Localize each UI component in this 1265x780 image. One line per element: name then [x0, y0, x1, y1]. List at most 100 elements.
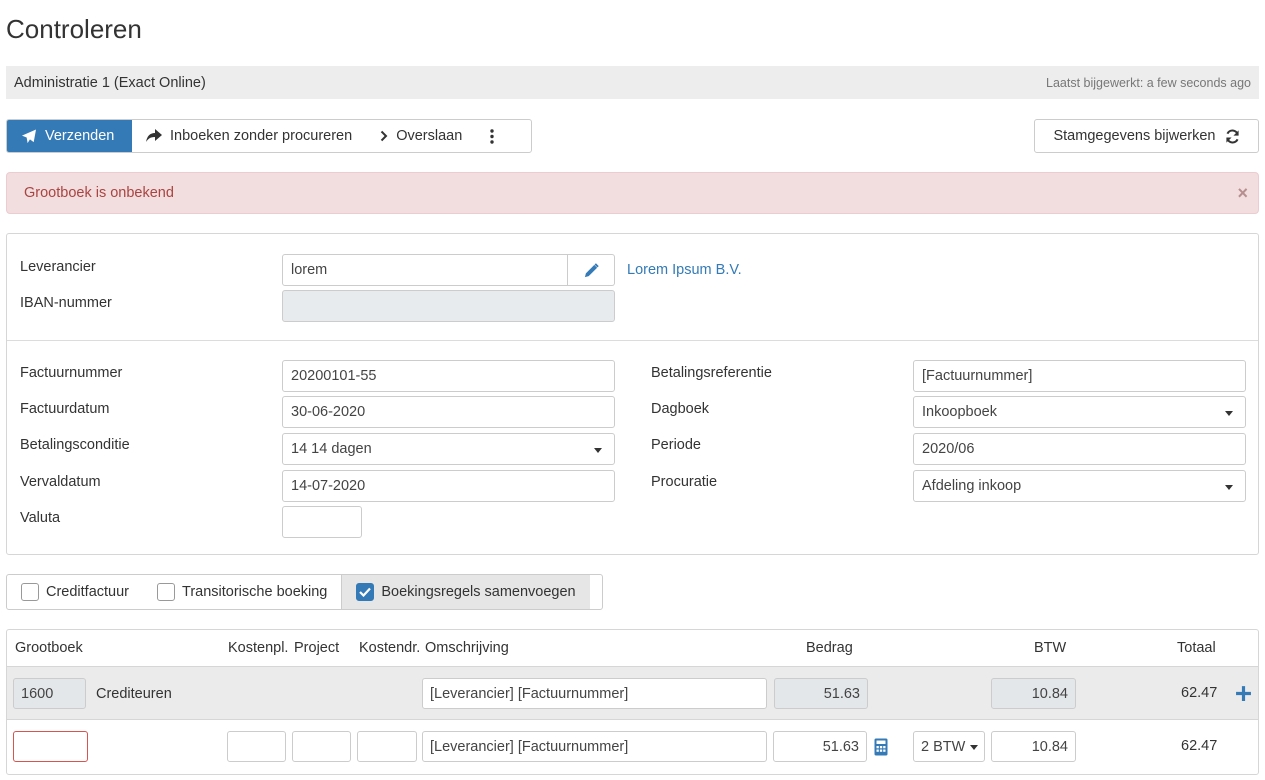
procuration-value: Afdeling inkoop [922, 478, 1022, 494]
vat-code-value: 2 BTW [921, 738, 966, 755]
checkbox-box[interactable] [21, 583, 39, 601]
due-date-label: Vervaldatum [20, 474, 101, 490]
payment-reference-input[interactable]: [Factuurnummer] [913, 360, 1246, 392]
header-amount: Bedrag [806, 640, 853, 656]
description-input[interactable]: [Leverancier] [Factuurnummer] [422, 731, 767, 762]
due-date-value: 14-07-2020 [291, 478, 366, 494]
period-input[interactable]: 2020/06 [913, 433, 1246, 465]
payment-reference-label: Betalingsreferentie [651, 365, 772, 381]
panel-divider [7, 340, 1258, 341]
checkmark-icon [359, 587, 372, 597]
merge-booking-lines-label: Boekingsregels samenvoegen [381, 584, 576, 600]
vat-amount-value: 10.84 [1031, 738, 1068, 755]
skip-button[interactable]: Overslaan [366, 120, 477, 152]
iban-label: IBAN-nummer [20, 295, 112, 311]
description-input[interactable]: [Leverancier] [Factuurnummer] [422, 678, 767, 709]
project-input[interactable] [292, 731, 351, 762]
procuration-select[interactable]: Afdeling inkoop [913, 470, 1246, 502]
update-master-data-button[interactable]: Stamgegevens bijwerken [1034, 119, 1259, 153]
booking-options: Creditfactuur Transitorische boeking Boe… [6, 574, 603, 610]
iban-input [282, 290, 615, 322]
header-description: Omschrijving [425, 640, 509, 656]
plus-icon[interactable] [1235, 685, 1252, 702]
invoice-number-value: 20200101-55 [291, 368, 377, 384]
send-button[interactable]: Verzenden [7, 120, 132, 152]
ledger-code-input[interactable] [13, 731, 88, 762]
header-cost-center: Kostenpl. [228, 640, 289, 656]
transitory-booking-checkbox[interactable]: Transitorische boeking [143, 575, 341, 609]
vat-code-select[interactable]: 2 BTW [913, 731, 985, 762]
chevron-right-icon [380, 130, 388, 142]
vertical-ellipsis-icon [490, 128, 494, 144]
transitory-booking-label: Transitorische boeking [182, 584, 328, 600]
ledger-code-input: 1600 [13, 678, 86, 709]
skip-button-label: Overslaan [396, 128, 463, 144]
header-vat: BTW [1034, 640, 1067, 656]
error-alert: Grootboek is onbekend × [6, 172, 1259, 214]
paper-plane-icon [21, 128, 37, 143]
credit-invoice-label: Creditfactuur [46, 584, 130, 600]
amount-value: 51.63 [822, 738, 859, 755]
table-row: [Leverancier] [Factuurnummer] 51.63 2 BT… [7, 721, 1258, 774]
amount-input[interactable]: 51.63 [773, 731, 867, 762]
invoice-date-input[interactable]: 30-06-2020 [282, 396, 615, 428]
header-ledger: Grootboek [15, 640, 83, 656]
caret-down-icon [1225, 411, 1233, 416]
header-project: Project [294, 640, 340, 656]
administration-bar: Administratie 1 (Exact Online) Laatst bi… [6, 66, 1259, 99]
payment-reference-value: [Factuurnummer] [922, 368, 1033, 384]
vat-amount-input[interactable]: 10.84 [991, 731, 1076, 762]
header-total: Totaal [1177, 640, 1216, 656]
alert-message: Grootboek is onbekend [24, 185, 174, 201]
journal-value: Inkoopboek [922, 404, 997, 420]
invoice-date-label: Factuurdatum [20, 401, 110, 417]
pencil-icon [584, 262, 599, 277]
page-title: Controleren [6, 14, 142, 44]
credit-invoice-checkbox[interactable]: Creditfactuur [7, 575, 143, 609]
description-value: [Leverancier] [Factuurnummer] [430, 738, 629, 755]
vat-amount-value: 10.84 [1031, 685, 1068, 702]
vat-amount-input: 10.84 [991, 678, 1076, 709]
invoice-number-label: Factuurnummer [20, 365, 123, 381]
merge-booking-lines-checkbox[interactable]: Boekingsregels samenvoegen [341, 575, 590, 609]
cost-center-input[interactable] [227, 731, 286, 762]
calculator-icon[interactable] [873, 738, 889, 756]
caret-down-icon [1225, 485, 1233, 490]
row-total: 62.47 [1181, 685, 1218, 701]
cost-unit-input[interactable] [357, 731, 417, 762]
description-value: [Leverancier] [Factuurnummer] [430, 685, 629, 702]
supplier-input[interactable]: lorem [282, 254, 568, 286]
checkbox-box-checked[interactable] [356, 583, 375, 601]
amount-value: 51.63 [823, 685, 860, 702]
supplier-link[interactable]: Lorem Ipsum B.V. [627, 262, 742, 278]
period-value: 2020/06 [922, 441, 975, 457]
invoice-details-panel: Leverancier lorem Lorem Ipsum B.V. IBAN-… [6, 233, 1259, 555]
ledger-code-value: 1600 [21, 685, 54, 702]
share-arrow-icon [146, 129, 162, 142]
close-icon[interactable]: × [1237, 183, 1248, 204]
more-options-button[interactable] [476, 120, 511, 152]
header-cost-unit: Kostendr. [359, 640, 421, 656]
action-toolbar: Verzenden Inboeken zonder procureren Ove… [6, 119, 532, 153]
invoice-number-input[interactable]: 20200101-55 [282, 360, 615, 392]
journal-select[interactable]: Inkoopboek [913, 396, 1246, 428]
refresh-icon [1225, 129, 1239, 143]
book-without-procuration-label: Inboeken zonder procureren [170, 128, 353, 144]
supplier-input-value: lorem [291, 262, 328, 278]
currency-input[interactable] [282, 506, 362, 538]
currency-label: Valuta [20, 510, 61, 526]
payment-terms-select[interactable]: 14 14 dagen [282, 433, 615, 465]
checkbox-box[interactable] [157, 583, 176, 601]
due-date-input[interactable]: 14-07-2020 [282, 470, 615, 502]
last-updated-text: Laatst bijgewerkt: a few seconds ago [1046, 75, 1251, 90]
procuration-label: Procuratie [651, 474, 718, 490]
caret-down-icon [970, 745, 978, 750]
book-without-procuration-button[interactable]: Inboeken zonder procureren [132, 120, 367, 152]
journal-label: Dagboek [651, 401, 710, 417]
caret-down-icon [594, 448, 602, 453]
period-label: Periode [651, 437, 701, 453]
row-total: 62.47 [1181, 738, 1218, 754]
amount-input: 51.63 [774, 678, 868, 709]
edit-supplier-button[interactable] [568, 254, 615, 286]
invoice-date-value: 30-06-2020 [291, 404, 366, 420]
